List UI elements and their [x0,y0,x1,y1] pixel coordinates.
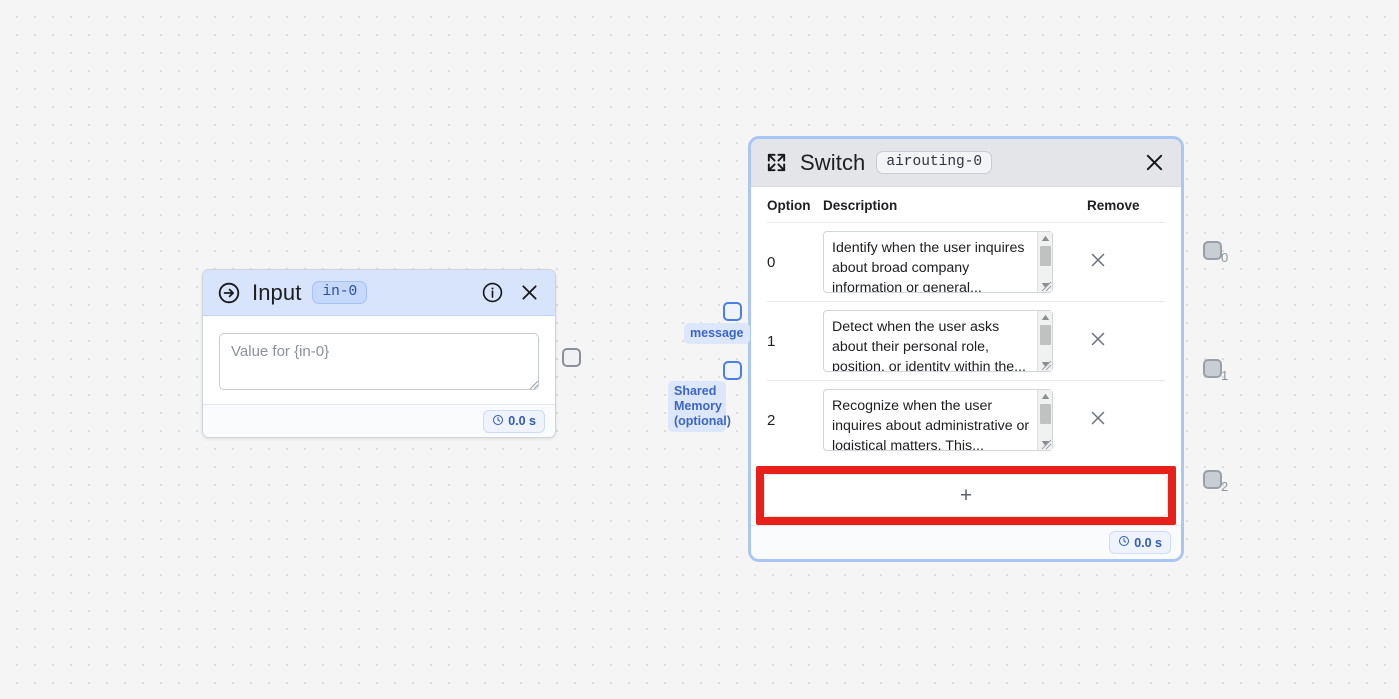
input-value-field[interactable] [219,333,539,390]
column-header-description: Description [823,187,1087,223]
clock-icon [492,414,504,429]
option-description-cell [823,222,1087,302]
port-number-1: 1 [1221,368,1229,383]
resize-grip-icon [1039,437,1052,450]
options-table-head: Option Description Remove [767,187,1165,223]
option-index: 0 [767,222,823,302]
input-node-header: Input in-0 [203,270,555,316]
switch-node-footer: 0.0 s [751,525,1181,559]
option-index: 1 [767,301,823,381]
remove-option-button[interactable] [1087,407,1109,429]
switch-time-value: 0.0 s [1134,535,1162,550]
switch-node-title: Switch [800,149,866,175]
switch-node-selection-frame: Switch airouting-0 Option Description Re… [748,136,1184,562]
port-label-message: message [684,323,750,344]
switch-output-port-1[interactable] [1203,359,1222,378]
input-time-badge: 0.0 s [483,409,545,433]
switch-node-header: Switch airouting-0 [751,139,1181,187]
switch-node-badge: airouting-0 [876,150,993,175]
expand-icon[interactable] [765,151,788,174]
options-header-row: Option Description Remove [767,187,1165,223]
port-number-0: 0 [1221,250,1229,265]
input-node-body [203,316,555,404]
switch-time-badge: 0.0 s [1109,531,1171,554]
scrollbar-thumb[interactable] [1039,325,1051,345]
option-description-field[interactable] [823,389,1053,451]
port-number-2: 2 [1221,479,1229,494]
scroll-up-icon[interactable] [1038,311,1053,324]
options-table: Option Description Remove 0 Identify whe… [767,187,1165,459]
scrollbar-thumb[interactable] [1039,404,1051,424]
table-row: 1 [767,301,1165,381]
resize-grip-icon [1039,279,1052,292]
column-header-remove: Remove [1087,187,1165,223]
scrollbar-thumb[interactable] [1039,246,1051,266]
input-node[interactable]: Input in-0 Value for {in-0} 0.0 s [202,269,556,438]
close-icon[interactable] [518,281,541,304]
option-remove-cell [1087,301,1165,381]
input-node-footer: 0.0 s [203,404,555,437]
add-option-row: + [751,459,1181,525]
input-node-title: Input [252,279,302,305]
option-remove-cell [1087,381,1165,460]
add-option-highlight: + [756,466,1176,525]
description-wrapper [823,310,1053,372]
input-node-badge: in-0 [312,280,368,305]
input-node-panel: Input in-0 Value for {in-0} 0.0 s [202,269,556,438]
clock-icon [1118,535,1130,550]
resize-grip-icon [1039,358,1052,371]
info-icon[interactable] [481,281,504,304]
scroll-up-icon[interactable] [1038,390,1053,403]
remove-option-button[interactable] [1087,328,1109,350]
table-row: 2 [767,381,1165,460]
option-index: 2 [767,411,776,429]
table-row: 0 [767,222,1165,302]
description-wrapper [823,389,1053,451]
switch-input-port-shared-memory[interactable] [723,361,742,380]
option-description-field[interactable] [823,310,1053,372]
options-table-body: 0 Identify when the user inquires about … [767,222,1165,460]
remove-option-button[interactable] [1087,249,1109,271]
switch-node[interactable]: Switch airouting-0 Option Description Re… [748,136,1184,562]
option-description-field[interactable] [823,231,1053,293]
port-label-shared-memory: Shared Memory (optional) [668,381,731,432]
scroll-up-icon[interactable] [1038,232,1053,245]
column-header-option: Option [767,187,823,223]
input-time-value: 0.0 s [508,414,536,428]
option-remove-cell [1087,222,1165,302]
option-description-cell [823,301,1087,381]
switch-output-port-2[interactable] [1203,470,1222,489]
switch-input-port-message[interactable] [723,302,742,321]
switch-node-body: Option Description Remove 0 Identify whe… [751,187,1181,459]
description-wrapper [823,231,1053,293]
input-node-output-port[interactable] [562,348,581,367]
add-option-button[interactable]: + [764,474,1168,517]
arrow-right-circle-icon [217,281,241,305]
switch-output-port-0[interactable] [1203,241,1222,260]
close-icon[interactable] [1142,150,1167,175]
option-description-cell [823,381,1087,460]
